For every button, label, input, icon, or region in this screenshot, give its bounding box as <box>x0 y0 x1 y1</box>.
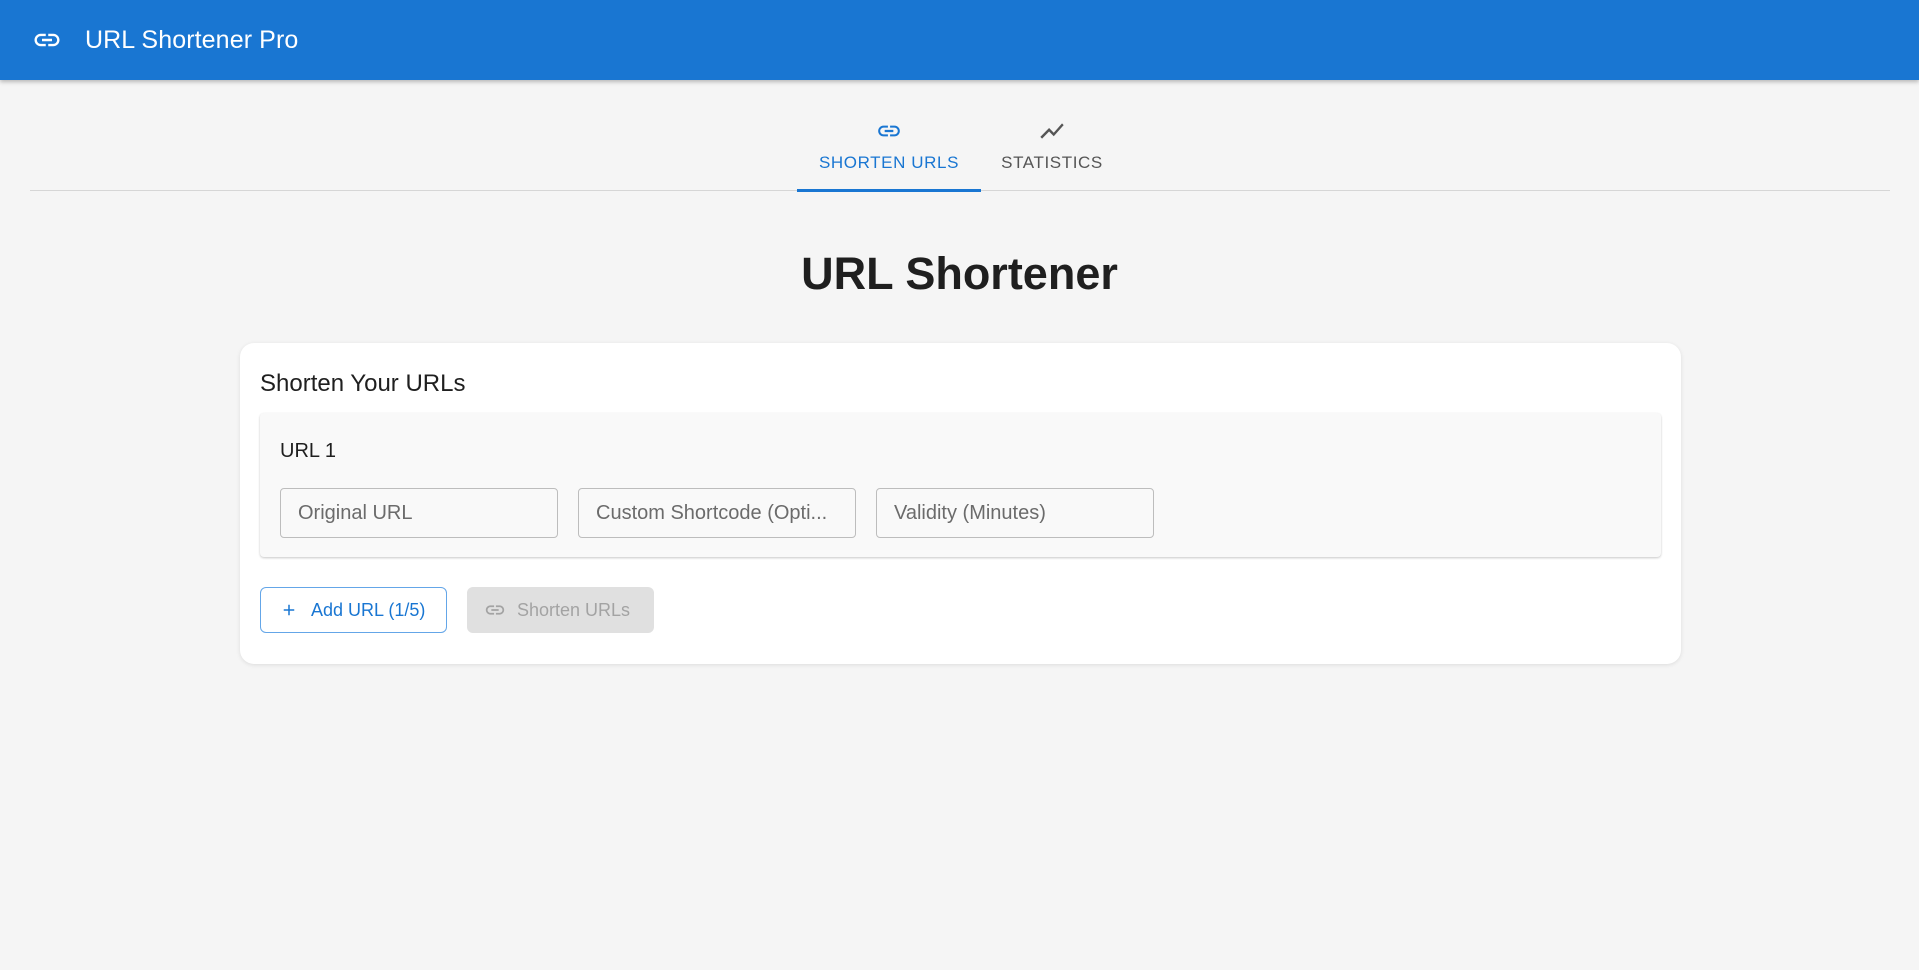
custom-shortcode-input[interactable] <box>578 488 856 538</box>
app-bar: URL Shortener Pro <box>0 0 1919 80</box>
card-title: Shorten Your URLs <box>260 370 466 397</box>
link-icon <box>30 23 64 57</box>
shorten-card: Shorten Your URLs URL 1 Add URL (1/5) Sh… <box>240 343 1681 664</box>
app-title: URL Shortener Pro <box>85 25 299 54</box>
tab-shorten-urls[interactable]: SHORTEN URLS <box>797 80 981 192</box>
shorten-urls-button[interactable]: Shorten URLs <box>467 587 654 633</box>
url-entry: URL 1 <box>260 413 1661 557</box>
validity-minutes-input[interactable] <box>876 488 1154 538</box>
add-url-button[interactable]: Add URL (1/5) <box>260 587 447 633</box>
shorten-urls-label: Shorten URLs <box>517 599 631 620</box>
tab-bar: SHORTEN URLS STATISTICS <box>30 80 1890 192</box>
tab-label: SHORTEN URLS <box>818 153 960 172</box>
link-icon <box>875 117 903 145</box>
page-title: URL Shortener <box>801 248 1118 299</box>
tab-statistics[interactable]: STATISTICS <box>981 80 1123 191</box>
trending-up-icon <box>1038 117 1066 145</box>
add-url-label: Add URL (1/5) <box>311 599 426 620</box>
plus-icon <box>279 600 299 620</box>
link-icon <box>483 598 507 622</box>
original-url-input[interactable] <box>280 488 558 538</box>
tab-label: STATISTICS <box>1001 153 1103 172</box>
url-entry-label: URL 1 <box>280 440 336 462</box>
